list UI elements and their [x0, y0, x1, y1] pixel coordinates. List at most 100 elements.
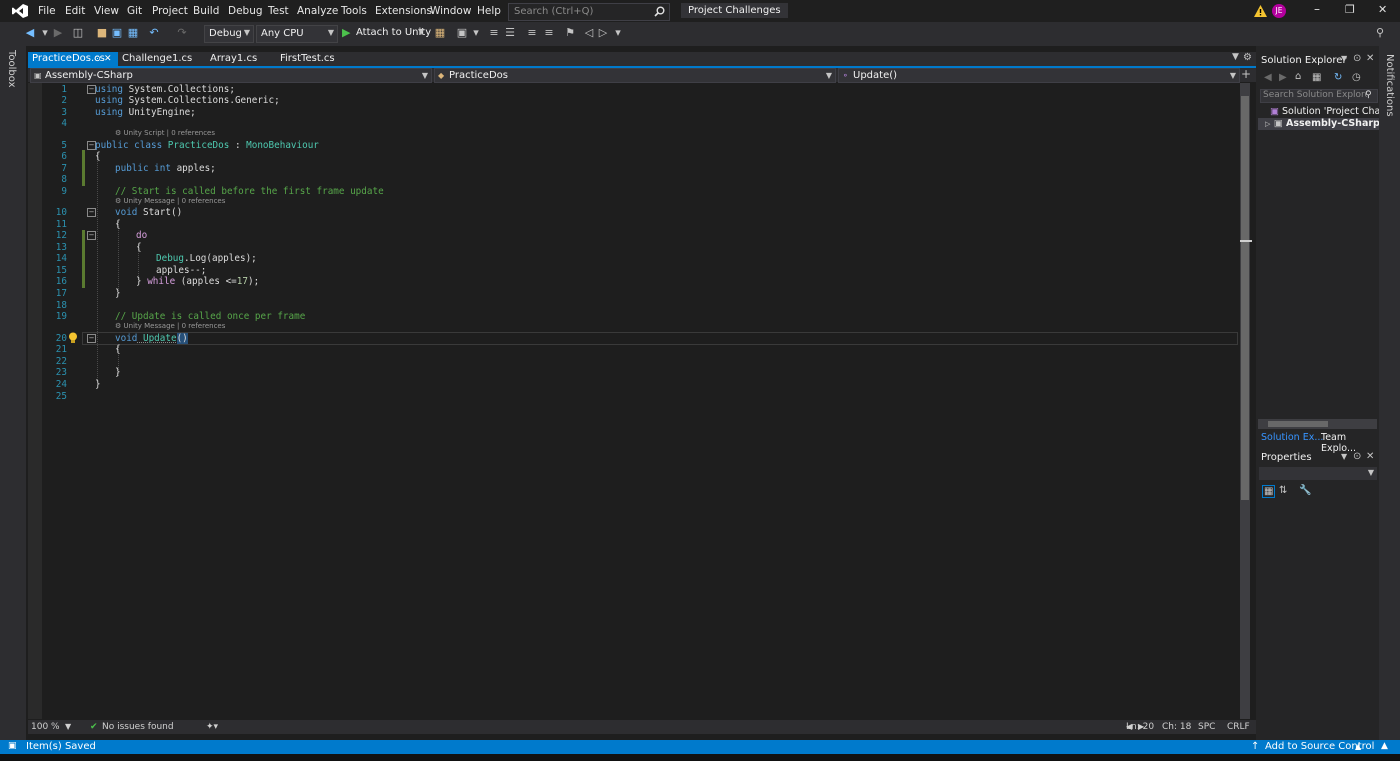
- toolbox-tab[interactable]: Toolbox: [6, 50, 17, 88]
- properties-object-select[interactable]: ▼: [1259, 467, 1377, 480]
- project-select[interactable]: ▣ Assembly-CSharp ▼: [30, 68, 432, 83]
- menu-help[interactable]: Help: [477, 5, 501, 17]
- close-panel-icon[interactable]: ✕: [1366, 53, 1374, 64]
- screenshot-icon[interactable]: ▣: [456, 27, 468, 39]
- pin-icon[interactable]: ⊙: [1353, 451, 1361, 462]
- platform-select[interactable]: Any CPU ▼: [256, 25, 338, 43]
- tab-challenge1[interactable]: Challenge1.cs: [118, 52, 210, 66]
- minimize-button[interactable]: –: [1314, 2, 1320, 16]
- switch-views-icon[interactable]: ▦: [1312, 72, 1321, 83]
- save-icon[interactable]: ▣: [111, 27, 123, 39]
- zoom-level[interactable]: 100 %: [31, 722, 60, 732]
- cleanup-icon[interactable]: ✦▾: [206, 722, 218, 732]
- scrollbar-thumb[interactable]: [1241, 96, 1249, 500]
- toolbar-overflow-icon[interactable]: ▾: [612, 27, 624, 39]
- menu-analyze[interactable]: Analyze: [297, 5, 338, 17]
- chevron-down-icon[interactable]: ▼: [65, 722, 71, 731]
- save-all-icon[interactable]: ▦: [127, 27, 139, 39]
- lightbulb-icon[interactable]: [68, 332, 78, 344]
- tab-label: Challenge1.cs: [122, 53, 193, 64]
- issues-status[interactable]: No issues found: [102, 722, 174, 732]
- tree-item-solution[interactable]: ▣ Solution 'Project Challer: [1270, 106, 1395, 117]
- search-input[interactable]: Search (Ctrl+Q): [508, 3, 670, 21]
- close-panel-icon[interactable]: ✕: [1366, 451, 1374, 462]
- next-bookmark-icon[interactable]: ▷: [597, 27, 609, 39]
- restore-button[interactable]: ❐: [1345, 3, 1355, 16]
- window-position-icon[interactable]: ▼: [1341, 54, 1347, 63]
- code-text: );: [247, 276, 260, 287]
- pin-icon[interactable]: ⊙: [94, 52, 101, 66]
- member-select[interactable]: ⚬ Update() ▼: [838, 68, 1240, 83]
- undo-icon[interactable]: ↶: [148, 27, 160, 39]
- chevron-up-icon[interactable]: ▲: [1355, 742, 1361, 751]
- uncomment-lines-icon[interactable]: ≡: [543, 27, 555, 39]
- menu-debug[interactable]: Debug: [228, 5, 263, 17]
- menu-extensions[interactable]: Extensions: [375, 5, 432, 17]
- collapse-toggle[interactable]: −: [87, 231, 96, 240]
- tab-practicedos[interactable]: PracticeDos.cs ⊙ ✕: [28, 52, 118, 66]
- navigate-back-icon[interactable]: ◀: [24, 27, 36, 39]
- previous-bookmark-icon[interactable]: ◁: [583, 27, 595, 39]
- expand-arrow-icon[interactable]: ▷: [1258, 120, 1270, 128]
- tree-item-project[interactable]: ▷ ▣ Assembly-CSharp: [1258, 118, 1380, 130]
- pending-changes-icon[interactable]: ◷: [1352, 72, 1361, 83]
- categorized-icon[interactable]: ▦: [1262, 485, 1276, 498]
- menu-build[interactable]: Build: [193, 5, 219, 17]
- window-position-icon[interactable]: ▼: [1341, 452, 1347, 461]
- property-pages-icon[interactable]: 🔧: [1299, 485, 1311, 496]
- sync-icon[interactable]: ↻: [1334, 72, 1342, 83]
- menu-test[interactable]: Test: [268, 5, 289, 17]
- column-indicator[interactable]: Ch: 18: [1162, 722, 1191, 732]
- menu-file[interactable]: File: [38, 5, 56, 17]
- notification-bell-icon[interactable]: ▲: [1381, 741, 1388, 751]
- redo-icon[interactable]: ↷: [176, 27, 188, 39]
- configuration-select[interactable]: Debug ▼: [204, 25, 254, 43]
- line-indicator[interactable]: Ln: 20: [1126, 722, 1154, 732]
- home-icon[interactable]: ⌂: [1295, 71, 1301, 82]
- menu-window[interactable]: Window: [430, 5, 471, 17]
- step-icon[interactable]: ☰: [504, 27, 516, 39]
- tab-array1[interactable]: Array1.cs: [206, 52, 280, 66]
- open-folder-icon[interactable]: ■: [96, 27, 108, 39]
- settings-gear-icon[interactable]: ⚙: [1243, 52, 1252, 63]
- back-icon[interactable]: ◀: [1264, 72, 1272, 83]
- comment-lines-icon[interactable]: ≡: [526, 27, 538, 39]
- menu-tools[interactable]: Tools: [341, 5, 367, 17]
- pin-icon[interactable]: ⊙: [1353, 53, 1361, 64]
- live-share-icon[interactable]: ⚲: [1374, 27, 1386, 39]
- format-icon[interactable]: ≡: [488, 27, 500, 39]
- solution-explorer-scrollbar[interactable]: [1258, 419, 1377, 429]
- codelens-update[interactable]: ⚙ Unity Message | 0 references: [115, 322, 225, 330]
- scrollbar-thumb[interactable]: [1268, 421, 1328, 427]
- collapse-toggle[interactable]: −: [87, 208, 96, 217]
- menu-view[interactable]: View: [94, 5, 119, 17]
- menu-edit[interactable]: Edit: [65, 5, 85, 17]
- close-tab-icon[interactable]: ✕: [104, 52, 112, 66]
- line-ending-indicator[interactable]: CRLF: [1227, 722, 1250, 732]
- close-button[interactable]: ✕: [1378, 3, 1387, 16]
- bookmark-icon[interactable]: ⚑: [564, 27, 576, 39]
- notifications-tab[interactable]: Notifications: [1384, 54, 1395, 117]
- dropdown-arrow-icon[interactable]: ▾: [39, 27, 51, 39]
- visual-studio-logo-icon[interactable]: [12, 4, 28, 18]
- whitespace-indicator[interactable]: SPC: [1198, 722, 1215, 732]
- menu-project[interactable]: Project: [152, 5, 188, 17]
- codelens-start[interactable]: ⚙ Unity Message | 0 references: [115, 197, 225, 205]
- tab-list-dropdown-icon[interactable]: ▼: [1232, 52, 1239, 62]
- split-window-icon[interactable]: +: [1241, 67, 1251, 81]
- menu-git[interactable]: Git: [127, 5, 142, 17]
- tab-firsttest[interactable]: FirstTest.cs: [276, 52, 350, 66]
- type-select[interactable]: ◆ PracticeDos ▼: [434, 68, 836, 83]
- solution-search-input[interactable]: Search Solution Explore ⚲: [1260, 89, 1378, 103]
- navigate-forward-icon[interactable]: ▶: [52, 27, 64, 39]
- alphabetical-icon[interactable]: ⇅: [1279, 485, 1287, 496]
- profile-avatar[interactable]: JE: [1272, 4, 1286, 18]
- codelens-class[interactable]: ⚙ Unity Script | 0 references: [115, 129, 215, 137]
- dropdown-arrow-icon[interactable]: ▾: [470, 27, 482, 39]
- code-editor[interactable]: [28, 83, 1240, 719]
- warning-icon[interactable]: [1254, 5, 1267, 17]
- new-project-icon[interactable]: ◫: [72, 27, 84, 39]
- tab-solution-explorer[interactable]: Solution Ex...: [1261, 432, 1323, 443]
- forward-icon[interactable]: ▶: [1279, 72, 1287, 83]
- browse-folder-icon[interactable]: ▦: [434, 27, 446, 39]
